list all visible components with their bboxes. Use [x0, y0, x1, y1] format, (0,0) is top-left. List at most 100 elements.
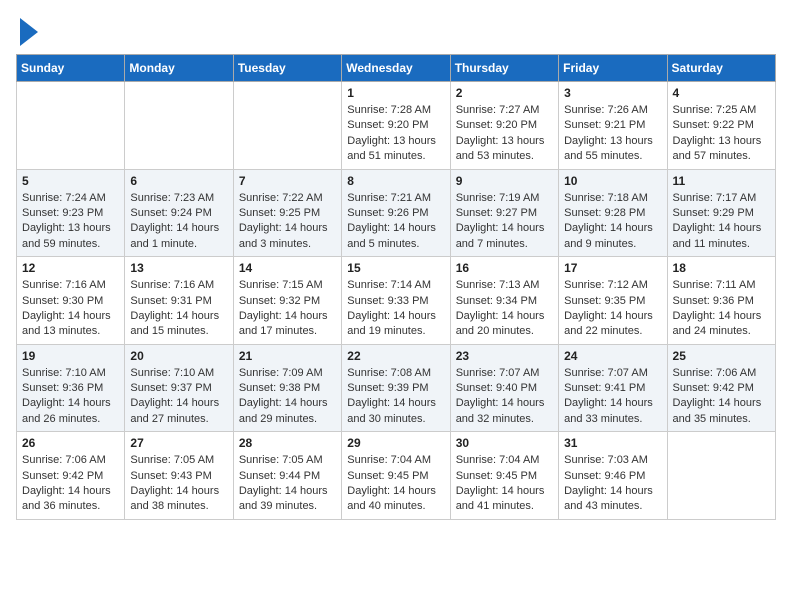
calendar-table: SundayMondayTuesdayWednesdayThursdayFrid… [16, 54, 776, 520]
day-info: Sunrise: 7:16 AM Sunset: 9:30 PM Dayligh… [22, 278, 119, 340]
day-number: 11 [673, 174, 770, 188]
calendar-cell: 7Sunrise: 7:22 AM Sunset: 9:25 PM Daylig… [233, 169, 341, 257]
day-info: Sunrise: 7:05 AM Sunset: 9:43 PM Dayligh… [130, 453, 227, 515]
calendar-cell: 25 Sunrise: 7:06 AM Sunset: 9:42 PM Dayli… [667, 344, 775, 432]
calendar-cell: 14 Sunrise: 7:15 AM Sunset: 9:32 PM Dayli… [233, 257, 341, 345]
day-info: Sunrise: 7:04 AM Sunset: 9:45 PM Dayligh… [456, 453, 553, 515]
day-info: Sunrise: 7:06 AM Sunset: 9:42 PM Dayligh… [22, 453, 119, 515]
day-info: Sunrise: 7:23 AM Sunset: 9:24 PM Dayligh… [130, 191, 227, 253]
calendar-cell: 29 Sunrise: 7:04 AM Sunset: 9:45 PM Dayli… [342, 432, 450, 520]
calendar-cell: 15Sunrise: 7:14 AM Sunset: 9:33 PM Dayli… [342, 257, 450, 345]
day-number: 30 [456, 436, 553, 450]
calendar-cell [667, 432, 775, 520]
day-info: Sunrise: 7:28 AM Sunset: 9:20 PM Dayligh… [347, 103, 444, 165]
day-number: 10 [564, 174, 661, 188]
day-info: Sunrise: 7:14 AM Sunset: 9:33 PM Dayligh… [347, 278, 444, 340]
calendar-cell: 17 Sunrise: 7:12 AM Sunset: 9:35 PM Dayli… [559, 257, 667, 345]
day-info: Sunrise: 7:18 AM Sunset: 9:28 PM Dayligh… [564, 191, 661, 253]
day-number: 6 [130, 174, 227, 188]
day-number: 29 [347, 436, 444, 450]
day-info: Sunrise: 7:04 AM Sunset: 9:45 PM Dayligh… [347, 453, 444, 515]
day-number: 4 [673, 86, 770, 100]
day-number: 8 [347, 174, 444, 188]
calendar-cell: 16Sunrise: 7:13 AM Sunset: 9:34 PM Dayli… [450, 257, 558, 345]
day-number: 23 [456, 349, 553, 363]
day-info: Sunrise: 7:26 AM Sunset: 9:21 PM Dayligh… [564, 103, 661, 165]
calendar-cell: 2 Sunrise: 7:27 AM Sunset: 9:20 PM Daylig… [450, 82, 558, 170]
day-info: Sunrise: 7:25 AM Sunset: 9:22 PM Dayligh… [673, 103, 770, 165]
weekday-header-cell: Sunday [17, 55, 125, 82]
day-info: Sunrise: 7:05 AM Sunset: 9:44 PM Dayligh… [239, 453, 336, 515]
calendar-week-row: 19Sunrise: 7:10 AM Sunset: 9:36 PM Dayli… [17, 344, 776, 432]
weekday-header-cell: Tuesday [233, 55, 341, 82]
calendar-cell: 1Sunrise: 7:28 AM Sunset: 9:20 PM Daylig… [342, 82, 450, 170]
calendar-cell: 18 Sunrise: 7:11 AM Sunset: 9:36 PM Dayli… [667, 257, 775, 345]
day-info: Sunrise: 7:22 AM Sunset: 9:25 PM Dayligh… [239, 191, 336, 253]
weekday-header-cell: Thursday [450, 55, 558, 82]
calendar-cell: 31 Sunrise: 7:03 AM Sunset: 9:46 PM Dayli… [559, 432, 667, 520]
day-number: 19 [22, 349, 119, 363]
day-number: 21 [239, 349, 336, 363]
logo [16, 16, 38, 46]
calendar-cell [233, 82, 341, 170]
day-number: 25 [673, 349, 770, 363]
calendar-cell: 6 Sunrise: 7:23 AM Sunset: 9:24 PM Daylig… [125, 169, 233, 257]
weekday-header-cell: Monday [125, 55, 233, 82]
calendar-week-row: 1Sunrise: 7:28 AM Sunset: 9:20 PM Daylig… [17, 82, 776, 170]
calendar-cell: 24 Sunrise: 7:07 AM Sunset: 9:41 PM Dayli… [559, 344, 667, 432]
page-header [16, 16, 776, 46]
day-number: 24 [564, 349, 661, 363]
day-info: Sunrise: 7:19 AM Sunset: 9:27 PM Dayligh… [456, 191, 553, 253]
day-number: 28 [239, 436, 336, 450]
day-number: 27 [130, 436, 227, 450]
day-number: 9 [456, 174, 553, 188]
calendar-cell: 20 Sunrise: 7:10 AM Sunset: 9:37 PM Dayli… [125, 344, 233, 432]
day-info: Sunrise: 7:15 AM Sunset: 9:32 PM Dayligh… [239, 278, 336, 340]
calendar-cell: 5Sunrise: 7:24 AM Sunset: 9:23 PM Daylig… [17, 169, 125, 257]
day-info: Sunrise: 7:10 AM Sunset: 9:37 PM Dayligh… [130, 366, 227, 428]
day-info: Sunrise: 7:27 AM Sunset: 9:20 PM Dayligh… [456, 103, 553, 165]
calendar-cell: 28 Sunrise: 7:05 AM Sunset: 9:44 PM Dayli… [233, 432, 341, 520]
calendar-week-row: 5Sunrise: 7:24 AM Sunset: 9:23 PM Daylig… [17, 169, 776, 257]
weekday-header-cell: Saturday [667, 55, 775, 82]
calendar-cell: 11 Sunrise: 7:17 AM Sunset: 9:29 PM Dayli… [667, 169, 775, 257]
day-info: Sunrise: 7:07 AM Sunset: 9:40 PM Dayligh… [456, 366, 553, 428]
calendar-week-row: 26Sunrise: 7:06 AM Sunset: 9:42 PM Dayli… [17, 432, 776, 520]
calendar-cell: 22 Sunrise: 7:08 AM Sunset: 9:39 PM Dayli… [342, 344, 450, 432]
calendar-cell: 4 Sunrise: 7:25 AM Sunset: 9:22 PM Daylig… [667, 82, 775, 170]
calendar-cell: 21Sunrise: 7:09 AM Sunset: 9:38 PM Dayli… [233, 344, 341, 432]
day-number: 14 [239, 261, 336, 275]
day-number: 13 [130, 261, 227, 275]
day-number: 3 [564, 86, 661, 100]
day-info: Sunrise: 7:06 AM Sunset: 9:42 PM Dayligh… [673, 366, 770, 428]
day-number: 2 [456, 86, 553, 100]
calendar-cell: 30 Sunrise: 7:04 AM Sunset: 9:45 PM Dayli… [450, 432, 558, 520]
day-info: Sunrise: 7:17 AM Sunset: 9:29 PM Dayligh… [673, 191, 770, 253]
calendar-cell: 10 Sunrise: 7:18 AM Sunset: 9:28 PM Dayli… [559, 169, 667, 257]
day-info: Sunrise: 7:12 AM Sunset: 9:35 PM Dayligh… [564, 278, 661, 340]
calendar-cell [125, 82, 233, 170]
day-info: Sunrise: 7:08 AM Sunset: 9:39 PM Dayligh… [347, 366, 444, 428]
day-number: 12 [22, 261, 119, 275]
calendar-cell: 9 Sunrise: 7:19 AM Sunset: 9:27 PM Daylig… [450, 169, 558, 257]
day-number: 20 [130, 349, 227, 363]
day-info: Sunrise: 7:03 AM Sunset: 9:46 PM Dayligh… [564, 453, 661, 515]
calendar-cell: 12 Sunrise: 7:16 AM Sunset: 9:30 PM Dayli… [17, 257, 125, 345]
calendar-cell: 8Sunrise: 7:21 AM Sunset: 9:26 PM Daylig… [342, 169, 450, 257]
day-number: 18 [673, 261, 770, 275]
day-number: 5 [22, 174, 119, 188]
calendar-cell: 3 Sunrise: 7:26 AM Sunset: 9:21 PM Daylig… [559, 82, 667, 170]
day-info: Sunrise: 7:13 AM Sunset: 9:34 PM Dayligh… [456, 278, 553, 340]
calendar-body: 1Sunrise: 7:28 AM Sunset: 9:20 PM Daylig… [17, 82, 776, 520]
day-info: Sunrise: 7:07 AM Sunset: 9:41 PM Dayligh… [564, 366, 661, 428]
calendar-cell: 27 Sunrise: 7:05 AM Sunset: 9:43 PM Dayli… [125, 432, 233, 520]
logo-arrow-icon [20, 18, 38, 46]
calendar-cell [17, 82, 125, 170]
day-number: 22 [347, 349, 444, 363]
day-number: 17 [564, 261, 661, 275]
day-number: 31 [564, 436, 661, 450]
calendar-cell: 19Sunrise: 7:10 AM Sunset: 9:36 PM Dayli… [17, 344, 125, 432]
weekday-header-cell: Wednesday [342, 55, 450, 82]
day-info: Sunrise: 7:11 AM Sunset: 9:36 PM Dayligh… [673, 278, 770, 340]
calendar-cell: 23 Sunrise: 7:07 AM Sunset: 9:40 PM Dayli… [450, 344, 558, 432]
